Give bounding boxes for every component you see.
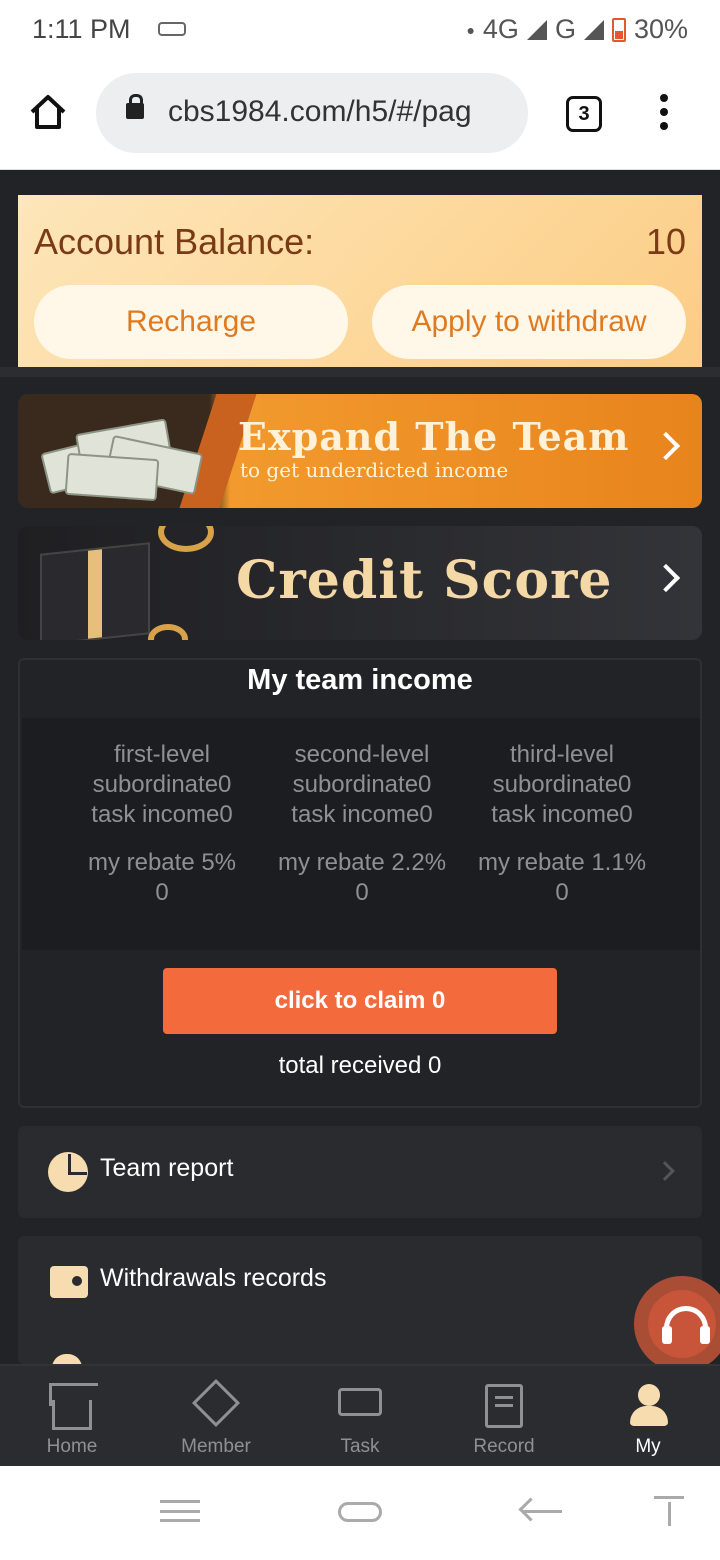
rebate-value: 0: [355, 879, 369, 906]
balance-value: 10: [645, 221, 686, 262]
chevron-right-icon: [651, 431, 681, 461]
signal-icon: [526, 19, 547, 40]
gift-box-icon: [40, 542, 150, 640]
level-name: third-level: [509, 741, 615, 768]
level-column-first: first-level subordinate0 task income0 my…: [62, 740, 262, 908]
url-text: cbs1984.com/h5/#/pag: [168, 95, 472, 128]
gold-ring-icon: [158, 526, 214, 552]
task-icon: [338, 1388, 382, 1416]
status-time: 1:11 PM: [32, 14, 131, 44]
bottom-tab-bar: Home Member Task Record My: [0, 1364, 720, 1466]
system-navigation-bar: [0, 1466, 720, 1560]
notification-pulldown-icon[interactable]: [654, 1496, 684, 1528]
signal-icon-2: [583, 19, 604, 40]
expand-team-banner[interactable]: Expand The Team to get underdicted incom…: [18, 394, 702, 508]
more-menu-icon[interactable]: [656, 94, 672, 134]
home-icon[interactable]: [28, 92, 68, 132]
battery-label: 30%: [633, 14, 688, 44]
team-income-heading: My team income: [247, 664, 473, 696]
rebate-value: 0: [555, 879, 569, 906]
tab-member[interactable]: Member: [144, 1366, 288, 1466]
headset-ear-left: [662, 1326, 672, 1344]
record-icon: [485, 1384, 523, 1428]
headset-ear-right: [700, 1326, 710, 1344]
lock-icon: [126, 94, 144, 119]
tab-label: Home: [46, 1436, 98, 1457]
task-income: task income0: [491, 801, 633, 828]
network-label: 4G: [482, 14, 519, 44]
team-income-panel: My team income first-level subordinate0 …: [18, 658, 702, 1108]
credit-score-banner[interactable]: Credit Score: [18, 526, 702, 640]
tab-home[interactable]: Home: [0, 1366, 144, 1466]
sim-icon: [158, 22, 186, 36]
customer-support-button[interactable]: [634, 1276, 720, 1372]
chevron-right-icon: [655, 1161, 675, 1181]
tab-label: Member: [181, 1436, 251, 1457]
rebate-rate: my rebate 5%: [87, 849, 237, 876]
browser-toolbar: cbs1984.com/h5/#/pag 3: [0, 60, 720, 170]
tab-task[interactable]: Task: [288, 1366, 432, 1466]
subordinate-count: subordinate0: [92, 771, 232, 798]
rebate-value: 0: [155, 879, 169, 906]
system-home-icon[interactable]: [338, 1502, 382, 1522]
tab-label: Task: [340, 1436, 380, 1457]
chevron-right-icon: [651, 563, 681, 593]
claim-button[interactable]: click to claim 0: [163, 968, 557, 1034]
tab-my[interactable]: My: [576, 1366, 720, 1466]
credit-score-title: Credit Score: [236, 550, 613, 611]
balance-label: Account Balance:: [34, 221, 315, 262]
network2-label: G: [554, 14, 576, 44]
recharge-button[interactable]: Recharge: [34, 285, 348, 359]
team-report-row[interactable]: Team report: [18, 1126, 702, 1218]
expand-team-title: Expand The Team: [238, 414, 630, 459]
home-icon: [52, 1400, 92, 1430]
income-levels: first-level subordinate0 task income0 my…: [22, 718, 700, 950]
gold-ring-icon-2: [148, 624, 188, 640]
battery-icon: [611, 17, 626, 42]
total-received: total received 0: [278, 1052, 442, 1079]
tab-label: My: [635, 1436, 661, 1457]
user-icon: [628, 1384, 668, 1428]
team-report-label: Team report: [100, 1154, 234, 1182]
subordinate-count: subordinate0: [292, 771, 432, 798]
withdrawals-records-label: Withdrawals records: [100, 1264, 327, 1292]
url-bar[interactable]: cbs1984.com/h5/#/pag: [96, 73, 528, 153]
tab-switcher-button[interactable]: 3: [566, 96, 602, 132]
tab-label: Record: [473, 1436, 535, 1457]
rebate-rate: my rebate 2.2%: [277, 849, 447, 876]
task-income: task income0: [91, 801, 233, 828]
status-bar: 1:11 PM ● 4G G 30%: [0, 0, 720, 60]
subordinate-count: subordinate0: [492, 771, 632, 798]
expand-team-subtitle: to get underdicted income: [240, 458, 509, 482]
balance-card: Account Balance: 10 Recharge Apply to wi…: [18, 195, 702, 367]
status-right: ● 4G G 30%: [466, 14, 688, 45]
task-income: task income0: [291, 801, 433, 828]
level-column-second: second-level subordinate0 task income0 m…: [262, 740, 462, 908]
tab-record[interactable]: Record: [432, 1366, 576, 1466]
rebate-rate: my rebate 1.1%: [477, 849, 647, 876]
dot-icon: ●: [466, 21, 475, 38]
back-icon[interactable]: [522, 1510, 562, 1513]
level-column-third: third-level subordinate0 task income0 my…: [462, 740, 662, 908]
recent-apps-icon[interactable]: [160, 1500, 200, 1522]
money-stack-icon: [38, 408, 208, 502]
withdraw-button[interactable]: Apply to withdraw: [372, 285, 686, 359]
divider: [0, 367, 720, 377]
withdrawals-records-row[interactable]: Withdrawals records: [18, 1236, 702, 1364]
pie-chart-icon: [48, 1152, 88, 1192]
level-name: second-level: [294, 741, 430, 768]
level-name: first-level: [113, 741, 210, 768]
member-icon: [191, 1378, 241, 1428]
wallet-icon: [50, 1266, 88, 1298]
